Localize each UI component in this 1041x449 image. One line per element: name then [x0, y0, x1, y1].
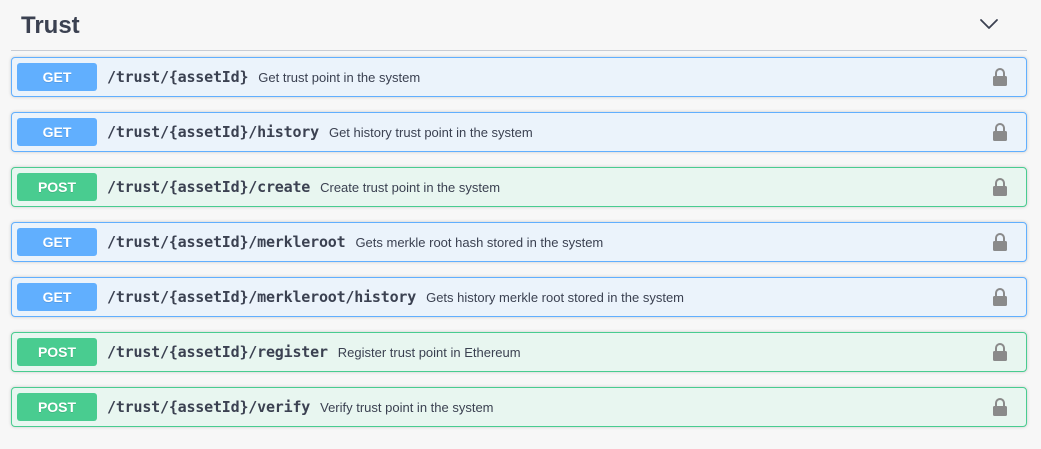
- method-badge: POST: [17, 338, 97, 366]
- operation-post-trust-verify[interactable]: POST /trust/{assetId}/verify Verify trus…: [11, 387, 1027, 427]
- lock-icon[interactable]: [992, 122, 1008, 142]
- chevron-down-icon[interactable]: [977, 12, 1001, 36]
- operation-summary: Register trust point in Ethereum: [337, 344, 521, 360]
- operation-path: /trust/{assetId}: [107, 68, 249, 86]
- section-header-trust[interactable]: Trust: [11, 0, 1027, 51]
- operation-summary: Verify trust point in the system: [320, 399, 494, 415]
- operation-summary: Gets history merkle root stored in the s…: [426, 289, 685, 305]
- operation-path: /trust/{assetId}/register: [107, 343, 328, 361]
- operation-path: /trust/{assetId}/history: [107, 123, 319, 141]
- method-badge: POST: [17, 393, 97, 421]
- operation-get-merkleroot[interactable]: GET /trust/{assetId}/merkleroot Gets mer…: [11, 222, 1027, 262]
- operation-get-trust-history[interactable]: GET /trust/{assetId}/history Get history…: [11, 112, 1027, 152]
- operation-path: /trust/{assetId}/verify: [107, 398, 311, 416]
- lock-icon[interactable]: [992, 397, 1008, 417]
- lock-icon[interactable]: [992, 67, 1008, 87]
- lock-icon[interactable]: [992, 342, 1008, 362]
- operation-get-merkleroot-history[interactable]: GET /trust/{assetId}/merkleroot/history …: [11, 277, 1027, 317]
- method-badge: POST: [17, 173, 97, 201]
- operation-summary: Get trust point in the system: [258, 69, 421, 85]
- lock-icon[interactable]: [992, 177, 1008, 197]
- operation-post-trust-register[interactable]: POST /trust/{assetId}/register Register …: [11, 332, 1027, 372]
- lock-icon[interactable]: [992, 232, 1008, 252]
- operation-path: /trust/{assetId}/merkleroot/history: [107, 288, 417, 306]
- method-badge: GET: [17, 228, 97, 256]
- method-badge: GET: [17, 118, 97, 146]
- operation-path: /trust/{assetId}/create: [107, 178, 311, 196]
- section-title: Trust: [21, 12, 80, 39]
- operation-summary: Get history trust point in the system: [328, 124, 533, 140]
- method-badge: GET: [17, 283, 97, 311]
- operation-path: /trust/{assetId}/merkleroot: [107, 233, 346, 251]
- trust-section: Trust GET /trust/{assetId} Get trust poi…: [11, 0, 1027, 427]
- operation-summary: Gets merkle root hash stored in the syst…: [355, 234, 604, 250]
- operation-summary: Create trust point in the system: [320, 179, 501, 195]
- method-badge: GET: [17, 63, 97, 91]
- operation-post-trust-create[interactable]: POST /trust/{assetId}/create Create trus…: [11, 167, 1027, 207]
- lock-icon[interactable]: [992, 287, 1008, 307]
- operation-get-trust[interactable]: GET /trust/{assetId} Get trust point in …: [11, 57, 1027, 97]
- operations-list: GET /trust/{assetId} Get trust point in …: [11, 57, 1027, 442]
